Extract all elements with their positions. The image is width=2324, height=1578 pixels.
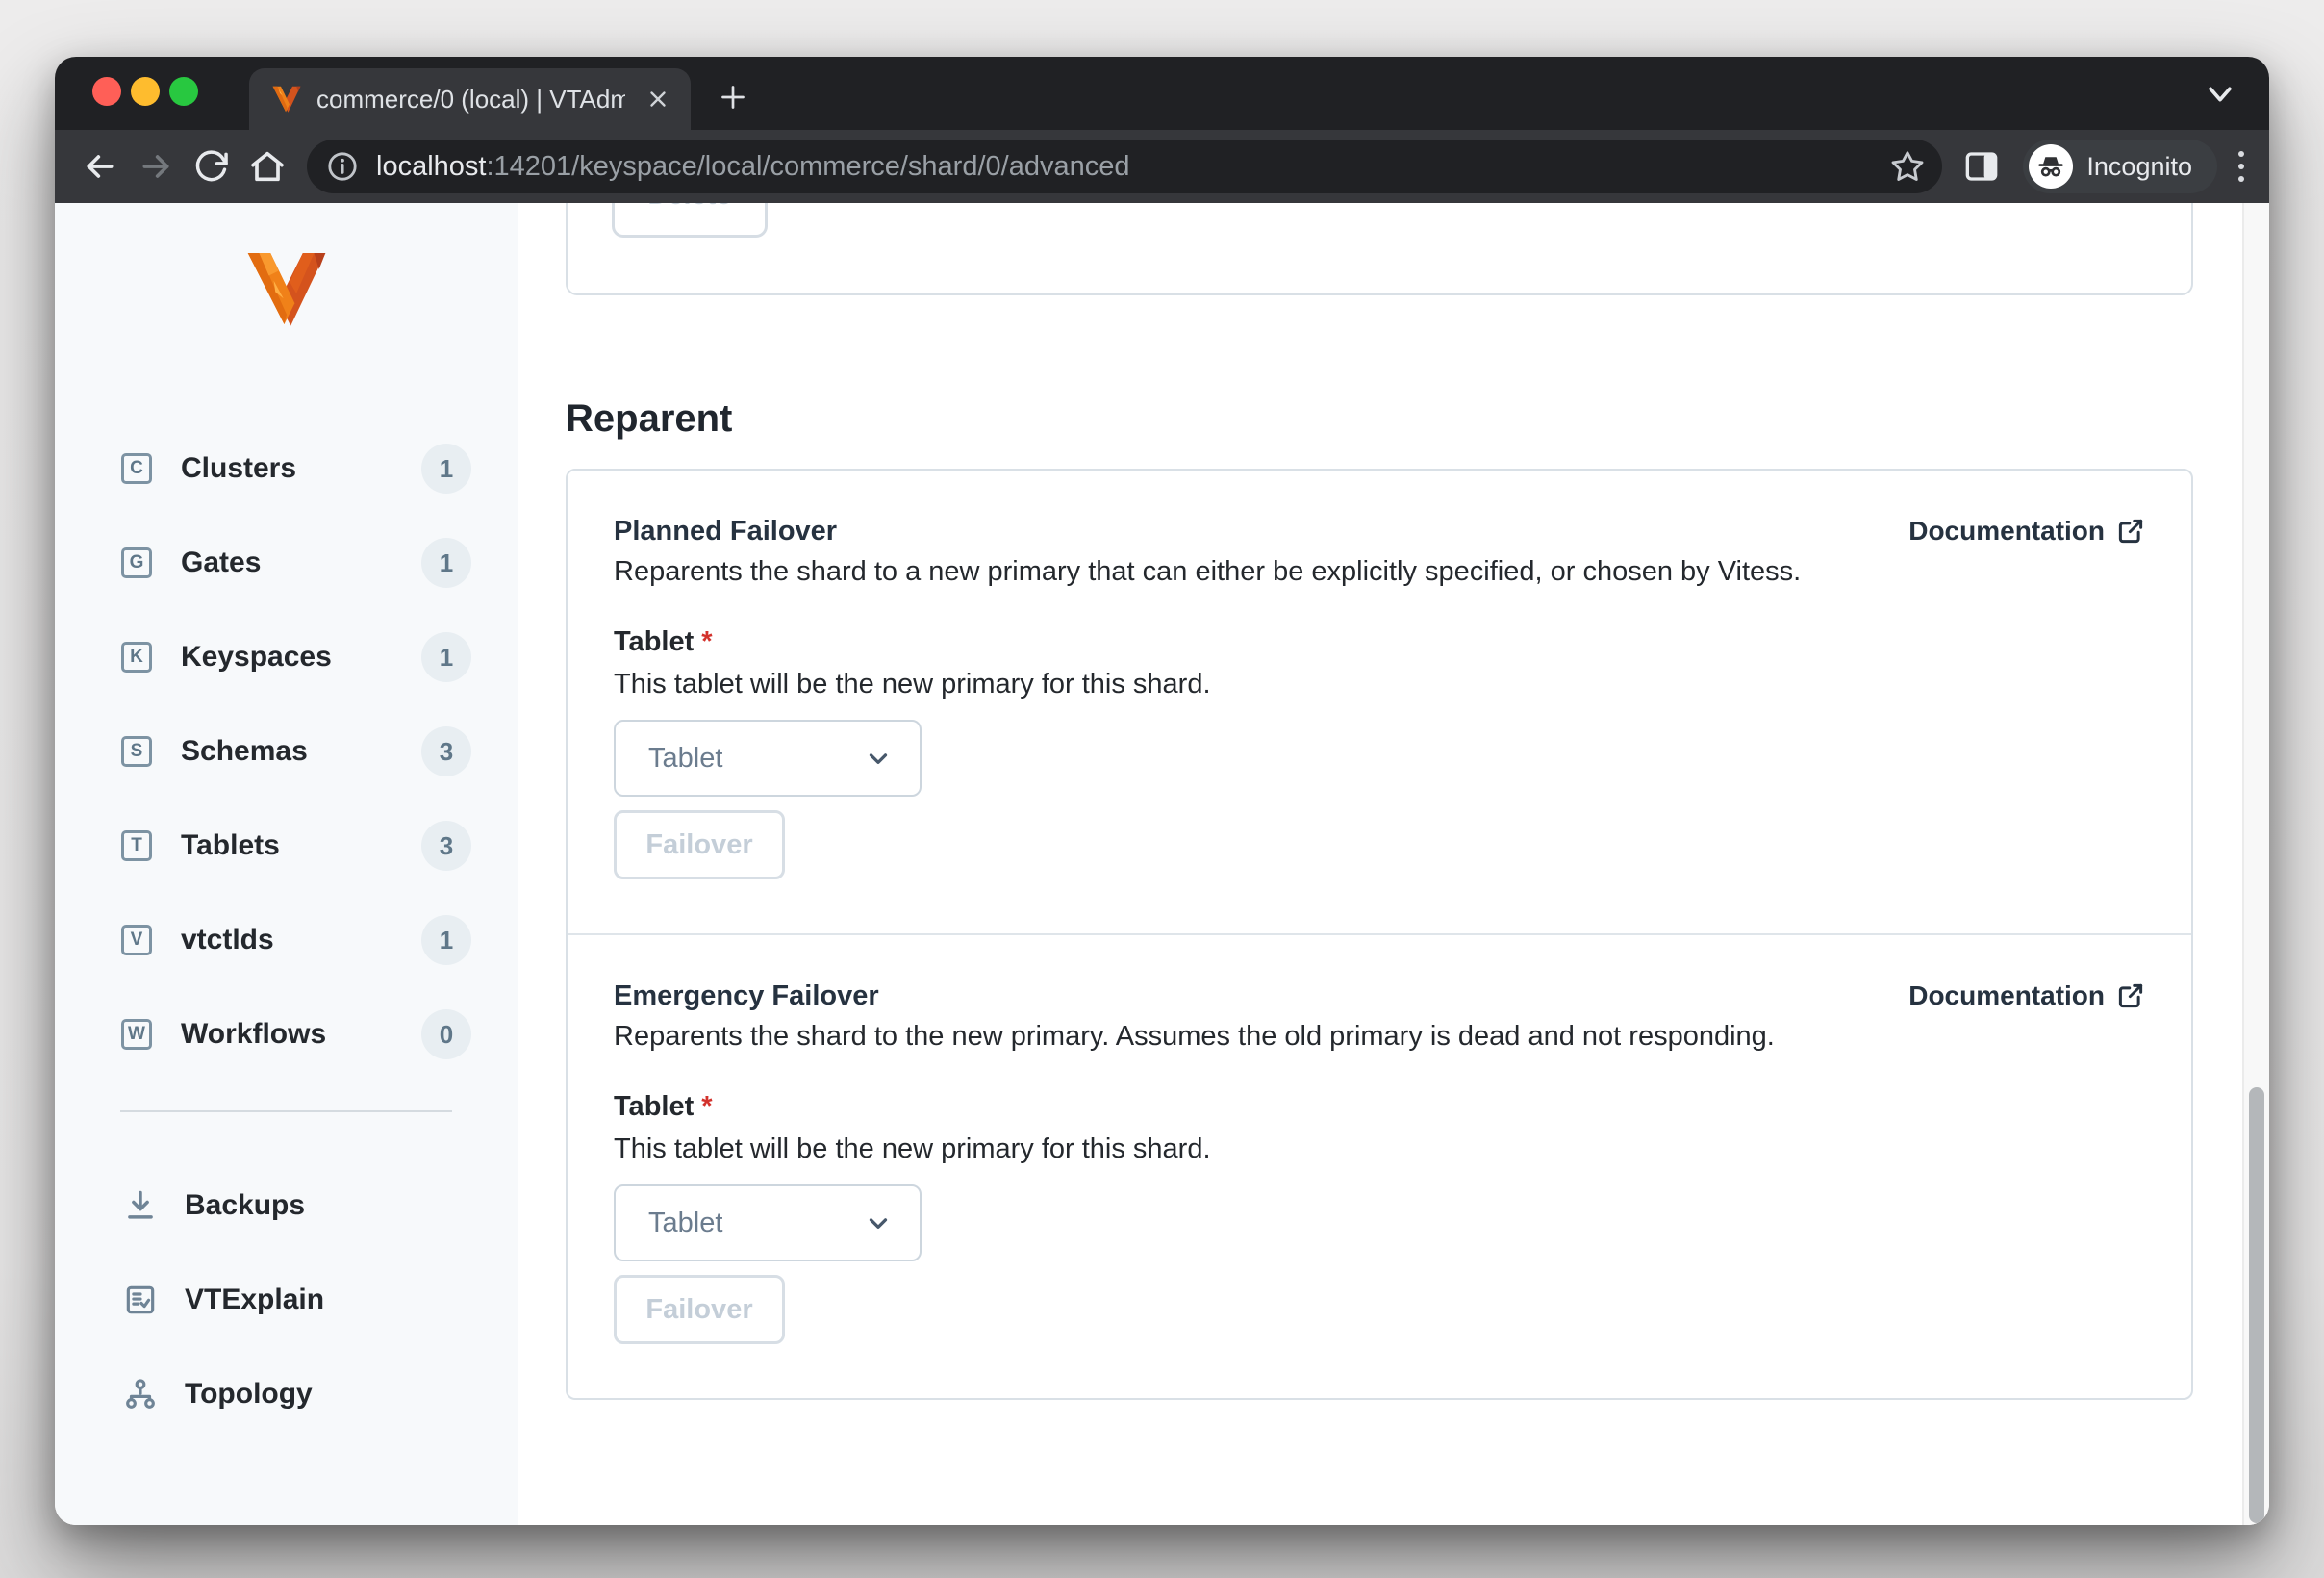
tab-close-icon[interactable] [641, 82, 675, 116]
planned-failover-description: Reparents the shard to a new primary tha… [614, 556, 1802, 587]
vtadmin-page: C Clusters 1 G Gates 1 K Keyspaces 1 S S… [55, 203, 2269, 1525]
sidebar-item-gates[interactable]: G Gates 1 [55, 516, 518, 610]
sidebar-nav: C Clusters 1 G Gates 1 K Keyspaces 1 S S… [55, 421, 518, 1082]
scrollbar-thumb[interactable] [2249, 1087, 2264, 1523]
url-path: :14201/keyspace/local/commerce/shard/0/a… [486, 150, 1130, 182]
vtctlds-letter-icon: V [121, 925, 152, 955]
external-link-icon [2118, 983, 2143, 1008]
sidebar-item-vtctlds[interactable]: V vtctlds 1 [55, 893, 518, 987]
planned-tablet-select[interactable]: Tablet [614, 720, 922, 797]
external-link-icon [2118, 519, 2143, 544]
sidebar-item-schemas[interactable]: S Schemas 3 [55, 704, 518, 799]
schemas-count-badge: 3 [421, 726, 471, 776]
keyspaces-letter-icon: K [121, 642, 152, 673]
emergency-failover-doc-link[interactable]: Documentation [1908, 978, 2145, 1014]
new-tab-button[interactable] [706, 70, 760, 124]
download-icon [121, 1186, 160, 1225]
sidebar-item-workflows[interactable]: W Workflows 0 [55, 987, 518, 1082]
tab-search-chevron-icon[interactable] [2204, 82, 2236, 112]
planned-failover-section: Planned Failover Documentation Reparents… [568, 471, 2191, 933]
emergency-failover-title: Emergency Failover [614, 980, 879, 1011]
reload-button[interactable] [184, 139, 240, 194]
zoom-window-button[interactable] [169, 77, 198, 106]
required-asterisk: * [701, 1091, 713, 1122]
chevron-down-icon [869, 753, 888, 764]
delete-shard-card: Delete [566, 203, 2193, 295]
site-info-icon[interactable] [326, 150, 359, 183]
desktop: commerce/0 (local) | VTAdmin localhost:1… [0, 0, 2324, 1578]
emergency-failover-button[interactable]: Failover [614, 1275, 785, 1344]
planned-failover-title: Planned Failover [614, 516, 838, 547]
clusters-count-badge: 1 [421, 444, 471, 494]
sidebar-item-keyspaces[interactable]: K Keyspaces 1 [55, 610, 518, 704]
browser-tab[interactable]: commerce/0 (local) | VTAdmin [249, 68, 691, 130]
close-window-button[interactable] [92, 77, 121, 106]
tablet-field-description: This tablet will be the new primary for … [614, 669, 1211, 700]
workflows-count-badge: 0 [421, 1009, 471, 1059]
schemas-letter-icon: S [121, 736, 152, 767]
url-bar[interactable]: localhost:14201/keyspace/local/commerce/… [307, 140, 1943, 193]
window-controls [92, 77, 198, 106]
tablets-count-badge: 3 [421, 821, 471, 871]
tablet-field-label: Tablet * [614, 1091, 713, 1122]
page-scrollbar [2242, 203, 2269, 1525]
reparent-card: Planned Failover Documentation Reparents… [566, 469, 2193, 1400]
planned-failover-button[interactable]: Failover [614, 810, 785, 879]
document-check-icon [121, 1281, 160, 1319]
tab-title: commerce/0 (local) | VTAdmin [316, 84, 625, 114]
emergency-failover-section: Emergency Failover Documentation Reparen… [568, 933, 2191, 1398]
url-host: localhost [376, 150, 487, 182]
incognito-icon [2029, 144, 2074, 189]
browser-menu-button[interactable] [2238, 151, 2244, 182]
browser-window: commerce/0 (local) | VTAdmin localhost:1… [55, 57, 2269, 1525]
workflows-letter-icon: W [121, 1019, 152, 1050]
vitess-favicon [272, 86, 301, 113]
chevron-down-icon [869, 1218, 888, 1229]
back-button[interactable] [72, 139, 128, 194]
home-button[interactable] [240, 139, 295, 194]
gates-count-badge: 1 [421, 538, 471, 588]
forward-button[interactable] [128, 139, 184, 194]
vtctlds-count-badge: 1 [421, 915, 471, 965]
reparent-heading: Reparent [566, 397, 733, 440]
bookmark-star-icon[interactable] [1890, 149, 1925, 184]
sidebar: C Clusters 1 G Gates 1 K Keyspaces 1 S S… [55, 203, 518, 1525]
browser-toolbar: localhost:14201/keyspace/local/commerce/… [55, 130, 2269, 203]
tablets-letter-icon: T [121, 830, 152, 861]
delete-button[interactable]: Delete [612, 203, 768, 238]
tab-strip: commerce/0 (local) | VTAdmin [55, 57, 2269, 130]
sidebar-item-clusters[interactable]: C Clusters 1 [55, 421, 518, 516]
keyspaces-count-badge: 1 [421, 632, 471, 682]
incognito-label: Incognito [2086, 151, 2192, 181]
sidebar-item-backups[interactable]: Backups [55, 1158, 518, 1253]
vitess-logo [247, 253, 326, 326]
sidebar-item-vtexplain[interactable]: VTExplain [55, 1253, 518, 1347]
sidebar-item-tablets[interactable]: T Tablets 3 [55, 799, 518, 893]
sidebar-item-topology[interactable]: Topology [55, 1347, 518, 1441]
main-content: Delete Reparent Planned Failover Documen… [518, 203, 2242, 1525]
url-text: localhost:14201/keyspace/local/commerce/… [376, 151, 1129, 183]
topology-icon [121, 1375, 160, 1413]
gates-letter-icon: G [121, 547, 152, 578]
planned-failover-doc-link[interactable]: Documentation [1908, 513, 2145, 549]
emergency-tablet-select[interactable]: Tablet [614, 1184, 922, 1261]
sidebar-divider [120, 1110, 452, 1112]
minimize-window-button[interactable] [131, 77, 160, 106]
emergency-failover-description: Reparents the shard to the new primary. … [614, 1021, 1775, 1052]
side-panel-button[interactable] [1954, 139, 2009, 194]
tablet-field-description: This tablet will be the new primary for … [614, 1133, 1211, 1164]
clusters-letter-icon: C [121, 453, 152, 484]
tablet-field-label: Tablet * [614, 626, 713, 657]
sidebar-tools: Backups VTExplain Topology [55, 1158, 518, 1441]
incognito-badge: Incognito [2023, 140, 2217, 193]
required-asterisk: * [701, 626, 713, 657]
